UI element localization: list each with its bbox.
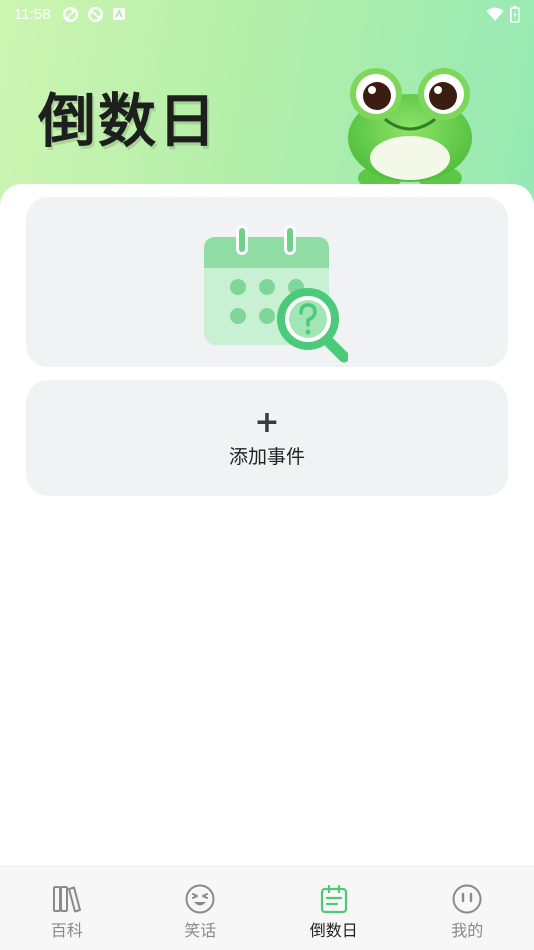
sync-icon	[63, 6, 79, 22]
add-event-button[interactable]: + 添加事件	[26, 380, 508, 496]
status-time: 11:58	[14, 5, 51, 23]
plus-icon: +	[254, 404, 280, 440]
nav-item-countdown[interactable]: 倒数日	[267, 867, 401, 950]
empty-state-card	[26, 197, 508, 367]
nav-label-countdown: 倒数日	[309, 921, 358, 940]
calendar-icon	[320, 884, 347, 914]
add-event-label: 添加事件	[228, 445, 305, 468]
face-icon	[452, 884, 482, 914]
smiley-icon	[185, 884, 215, 914]
nav-label-baike: 百科	[50, 921, 83, 940]
bottom-nav: 百科 笑话 倒数日 我的	[0, 866, 534, 950]
frog-mascot-icon	[348, 68, 472, 186]
status-bar: 11:58	[0, 0, 534, 28]
status-icons-right	[486, 5, 520, 23]
nav-label-jokes: 笑话	[184, 921, 217, 940]
nav-label-mine: 我的	[451, 921, 484, 940]
page-title: 倒数日	[38, 87, 219, 155]
notification-icon	[113, 8, 126, 20]
nav-item-baike[interactable]: 百科	[0, 867, 134, 950]
books-icon	[52, 886, 81, 913]
battery-icon	[510, 5, 520, 23]
screen: 11:58 倒数日 + 添加事件 百科 笑话 倒数日 我的	[0, 0, 534, 950]
nav-item-mine[interactable]: 我的	[401, 867, 534, 950]
status-icons-left	[62, 6, 126, 23]
calendar-search-icon	[204, 225, 348, 363]
wifi-icon	[486, 7, 504, 21]
nav-item-jokes[interactable]: 笑话	[134, 867, 268, 950]
sync-icon	[88, 6, 104, 22]
